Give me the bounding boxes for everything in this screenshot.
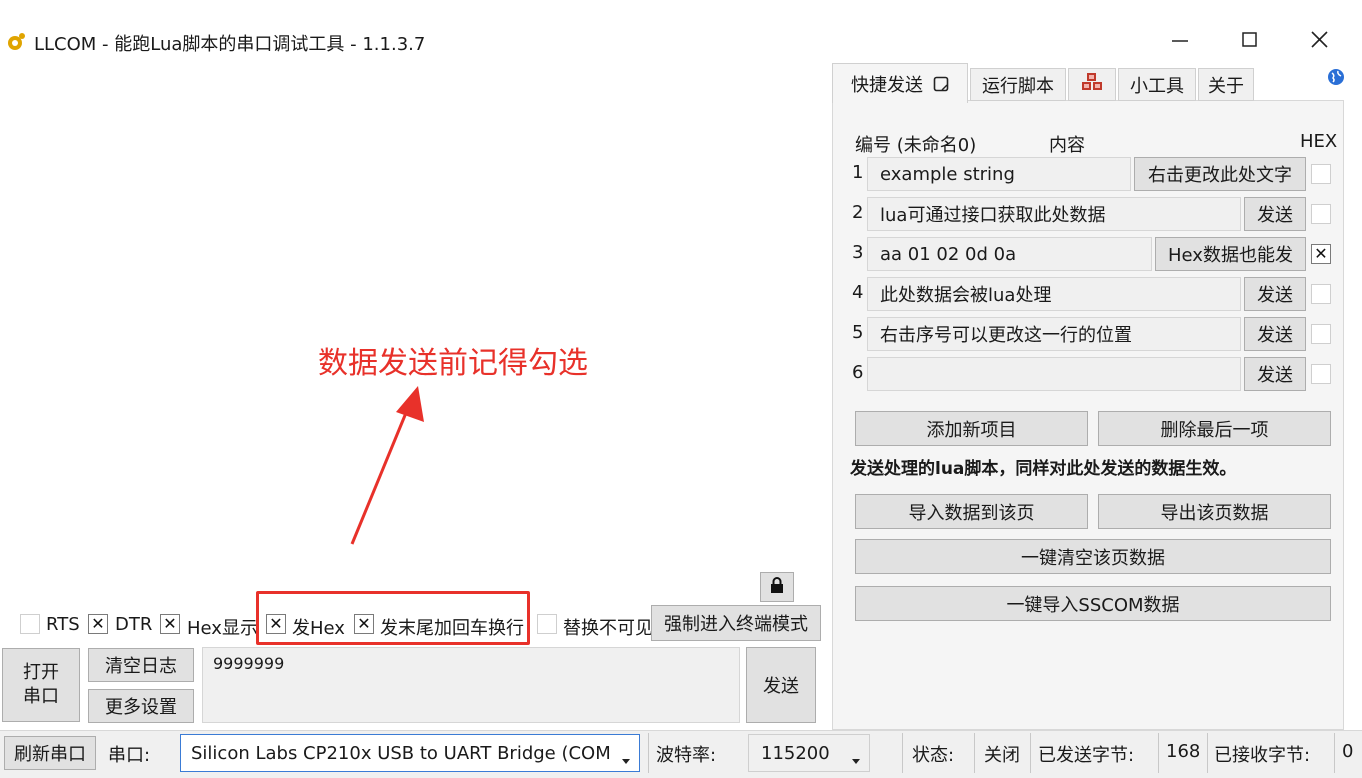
- more-settings-button[interactable]: 更多设置: [88, 689, 194, 723]
- row-hex-checkbox[interactable]: [1311, 204, 1331, 224]
- tab-plugins[interactable]: [1068, 68, 1116, 101]
- divider: [1334, 733, 1335, 773]
- annotation-text: 数据发送前记得勾选: [318, 346, 588, 381]
- row-text[interactable]: [867, 357, 1241, 391]
- row-number[interactable]: 5: [852, 322, 863, 343]
- row-number[interactable]: 4: [852, 282, 863, 303]
- dtr-label: DTR: [115, 614, 153, 635]
- maximize-icon[interactable]: [1236, 28, 1264, 52]
- globe-icon[interactable]: [1327, 68, 1345, 86]
- row-send-button[interactable]: 右击更改此处文字: [1134, 157, 1306, 191]
- refresh-port-button[interactable]: 刷新串口: [4, 736, 96, 770]
- chevron-down-icon: [621, 749, 631, 770]
- tab-quick-send[interactable]: 快捷发送: [832, 63, 968, 103]
- divider: [648, 733, 649, 773]
- close-icon[interactable]: [1306, 28, 1334, 52]
- state-label: 状态:: [912, 745, 955, 766]
- send-input[interactable]: 9999999: [202, 647, 740, 723]
- title-bar: LLCOM - 能跑Lua脚本的串口调试工具 - 1.1.3.7: [0, 0, 1362, 60]
- minimize-icon[interactable]: [1166, 28, 1194, 52]
- dtr-checkbox[interactable]: ✕: [88, 614, 108, 634]
- row-hex-checkbox[interactable]: ✕: [1311, 244, 1331, 264]
- hex-display-label: Hex显示: [187, 618, 258, 639]
- divider: [1158, 733, 1159, 773]
- import-sscom-button[interactable]: 一键导入SSCOM数据: [855, 586, 1331, 621]
- tab-quick-send-label: 快捷发送: [851, 74, 923, 96]
- app-logo-icon: [6, 32, 26, 52]
- replace-invisible-label: 替换不可见: [563, 618, 651, 639]
- row-send-button[interactable]: 发送: [1244, 317, 1306, 351]
- row-text[interactable]: 右击序号可以更改这一行的位置: [867, 317, 1241, 351]
- row-number[interactable]: 3: [852, 242, 863, 263]
- annotation-arrow-icon: [340, 382, 430, 552]
- divider: [974, 733, 975, 773]
- baud-label: 波特率:: [656, 745, 717, 766]
- rts-label: RTS: [46, 614, 80, 635]
- send-button[interactable]: 发送: [746, 647, 816, 723]
- chevron-down-icon: [851, 749, 861, 770]
- tab-about-label: 关于: [1208, 75, 1244, 97]
- tab-tools-label: 小工具: [1130, 75, 1184, 97]
- header-content: 内容: [1049, 135, 1085, 156]
- row-hex-checkbox[interactable]: [1311, 164, 1331, 184]
- tab-about[interactable]: 关于: [1198, 68, 1254, 101]
- row-send-button[interactable]: 发送: [1244, 357, 1306, 391]
- row-text[interactable]: lua可通过接口获取此处数据: [867, 197, 1241, 231]
- lock-icon: [770, 576, 784, 598]
- port-select-value: Silicon Labs CP210x USB to UART Bridge (…: [191, 742, 611, 764]
- lua-note: 发送处理的lua脚本，同样对此处发送的数据生效。: [850, 459, 1237, 479]
- row-hex-checkbox[interactable]: [1311, 324, 1331, 344]
- row-send-button[interactable]: 发送: [1244, 277, 1306, 311]
- clear-log-button[interactable]: 清空日志: [88, 648, 194, 682]
- add-item-button[interactable]: 添加新项目: [855, 411, 1088, 446]
- lock-button[interactable]: [760, 572, 794, 602]
- replace-invisible-checkbox[interactable]: [537, 614, 557, 634]
- highlight-box: [256, 591, 530, 645]
- divider: [1030, 733, 1031, 773]
- baud-select[interactable]: 115200: [748, 734, 870, 772]
- row-send-button[interactable]: Hex数据也能发: [1155, 237, 1306, 271]
- divider: [1207, 733, 1208, 773]
- row-number[interactable]: 1: [852, 162, 863, 183]
- header-number: 编号 (未命名0): [855, 135, 977, 156]
- tab-run-script-label: 运行脚本: [982, 75, 1054, 97]
- state-value: 关闭: [984, 745, 1020, 766]
- port-select[interactable]: Silicon Labs CP210x USB to UART Bridge (…: [180, 734, 640, 772]
- open-port-label: 打开 串口: [23, 662, 59, 707]
- window-title: LLCOM - 能跑Lua脚本的串口调试工具 - 1.1.3.7: [34, 34, 426, 55]
- row-text[interactable]: example string: [867, 157, 1131, 191]
- note-icon: [933, 76, 949, 92]
- tab-tools[interactable]: 小工具: [1118, 68, 1196, 101]
- open-port-button[interactable]: 打开 串口: [2, 648, 80, 722]
- header-hex: HEX: [1300, 131, 1338, 152]
- delete-last-button[interactable]: 删除最后一项: [1098, 411, 1331, 446]
- row-number[interactable]: 6: [852, 362, 863, 383]
- import-page-button[interactable]: 导入数据到该页: [855, 494, 1088, 529]
- clear-page-button[interactable]: 一键清空该页数据: [855, 539, 1331, 574]
- force-terminal-button[interactable]: 强制进入终端模式: [651, 605, 821, 641]
- cubes-icon: [1080, 72, 1104, 97]
- row-text[interactable]: 此处数据会被lua处理: [867, 277, 1241, 311]
- export-page-button[interactable]: 导出该页数据: [1098, 494, 1331, 529]
- recv-label: 已接收字节:: [1214, 745, 1311, 766]
- row-hex-checkbox[interactable]: [1311, 364, 1331, 384]
- sent-value: 168: [1166, 741, 1201, 762]
- tab-run-script[interactable]: 运行脚本: [970, 68, 1066, 101]
- hex-display-checkbox[interactable]: ✕: [160, 614, 180, 634]
- baud-select-value: 115200: [761, 742, 830, 764]
- row-hex-checkbox[interactable]: [1311, 284, 1331, 304]
- divider: [902, 733, 903, 773]
- sent-label: 已发送字节:: [1038, 745, 1135, 766]
- row-send-button[interactable]: 发送: [1244, 197, 1306, 231]
- recv-value: 0: [1342, 741, 1354, 762]
- row-text[interactable]: aa 01 02 0d 0a: [867, 237, 1152, 271]
- rts-checkbox[interactable]: [20, 614, 40, 634]
- send-input-text: 9999999: [213, 654, 285, 673]
- row-number[interactable]: 2: [852, 202, 863, 223]
- port-label: 串口:: [108, 745, 151, 766]
